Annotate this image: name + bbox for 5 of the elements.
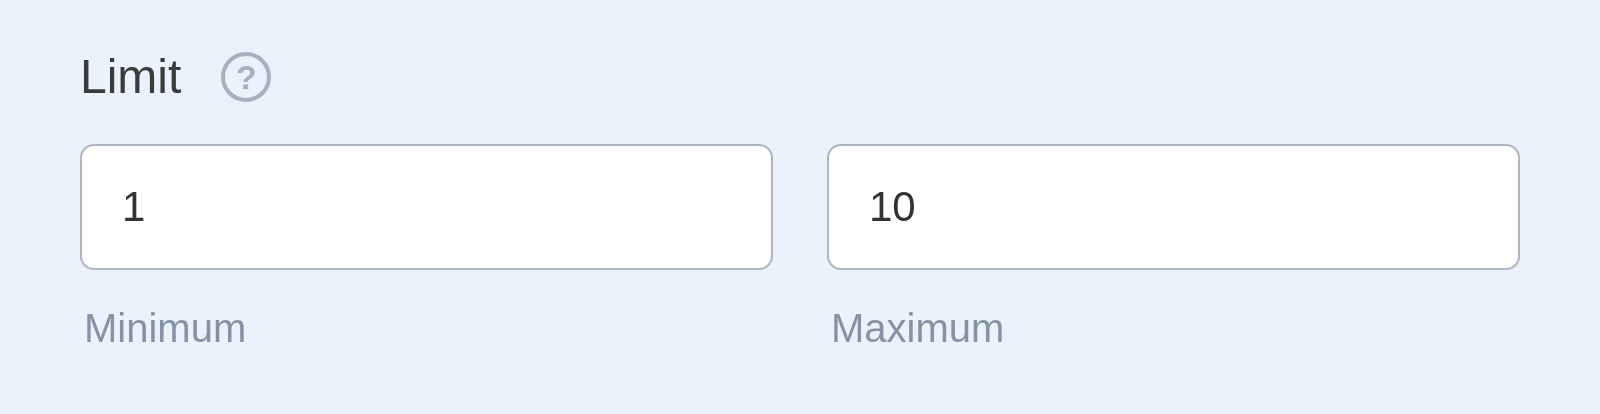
field-label: Limit — [80, 53, 182, 101]
input-caption: Maximum — [830, 308, 1006, 348]
input-caption: Minimum — [83, 308, 248, 348]
number-input[interactable]: 10 — [827, 144, 1520, 270]
number-input[interactable]: 1 — [80, 144, 773, 270]
